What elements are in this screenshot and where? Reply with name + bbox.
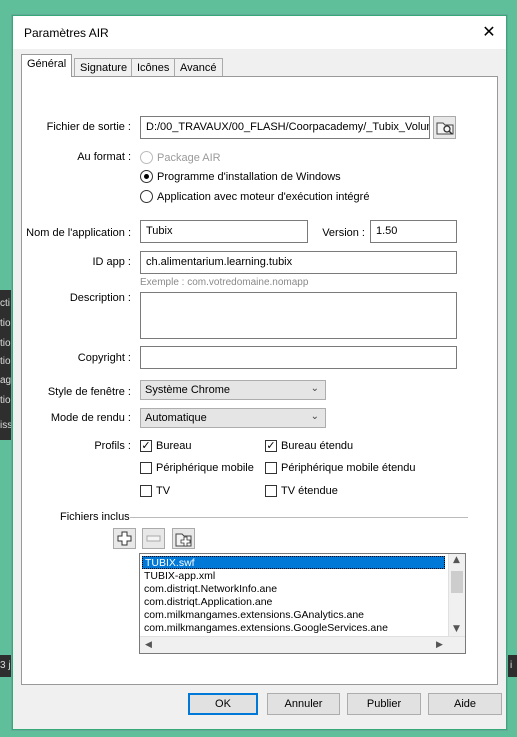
included-files-label: Fichiers inclus [60, 511, 130, 523]
included-files-list[interactable]: TUBIX.swf TUBIX-app.xml com.distriqt.Net… [139, 553, 466, 654]
chevron-left-icon[interactable]: ◀ [145, 640, 152, 650]
profile-desktop-checkbox[interactable]: ✓ Bureau [140, 440, 191, 452]
chevron-down-icon: ⌄ [310, 383, 319, 394]
tab-general[interactable]: Général [21, 54, 73, 77]
profile-tv-checkbox[interactable]: TV [140, 485, 170, 497]
tab-signature[interactable]: Signature [74, 58, 134, 78]
list-item[interactable]: com.milkmangames.extensions.GAnalytics.a… [142, 609, 364, 622]
list-item[interactable]: com.milkmangames.extensions.GoogleServic… [142, 622, 388, 635]
publish-button[interactable]: Publier [347, 693, 421, 715]
background-text: iss [0, 420, 13, 431]
title-bar: Paramètres AIR ✕ [13, 16, 506, 49]
browse-folder-button[interactable] [433, 116, 456, 139]
background-text: 3 j [0, 660, 11, 671]
background-text: tio [0, 338, 11, 349]
app-id-hint: Exemple : com.votredomaine.nomapp [140, 277, 309, 288]
window-title: Paramètres AIR [24, 26, 109, 40]
checkbox[interactable]: ✓ [140, 440, 152, 452]
help-button[interactable]: Aide [428, 693, 502, 715]
background-text: tio [0, 356, 11, 367]
folder-plus-icon [175, 533, 192, 547]
remove-file-button[interactable] [142, 528, 165, 549]
checkbox-label: TV [156, 485, 171, 497]
checkbox-label: Périphérique mobile [156, 462, 254, 474]
version-label: Version : [322, 227, 365, 239]
checkbox[interactable] [140, 485, 152, 497]
checkbox-label: TV étendue [281, 485, 338, 497]
profile-extended-tv-checkbox[interactable]: TV étendue [265, 485, 338, 497]
close-icon[interactable]: ✕ [472, 16, 506, 49]
background-text: tio [0, 318, 11, 329]
description-field[interactable] [140, 292, 457, 339]
checkbox[interactable] [140, 462, 152, 474]
cancel-button[interactable]: Annuler [267, 693, 340, 715]
background-text: cti [0, 298, 10, 309]
add-file-button[interactable] [113, 528, 136, 549]
list-item[interactable]: com.distriqt.Application.ane [142, 596, 272, 609]
radio-label: Package AIR [157, 151, 221, 164]
checkbox-label: Bureau étendu [281, 440, 354, 452]
format-option-windows-installer[interactable]: Programme d'installation de Windows [140, 170, 341, 183]
radio-label: Application avec moteur d'exécution inté… [157, 190, 370, 203]
app-id-field[interactable]: ch.alimentarium.learning.tubix [140, 251, 457, 274]
minus-icon [146, 535, 161, 542]
scrollbar-thumb[interactable] [451, 571, 463, 593]
tab-advanced[interactable]: Avancé [174, 58, 223, 78]
output-file-field[interactable]: D:/00_TRAVAUX/00_FLASH/Coorpacademy/_Tub… [140, 116, 430, 139]
description-label: Description : [69, 292, 131, 304]
format-option-air-package: Package AIR [140, 151, 221, 164]
list-item[interactable]: TUBIX-app.xml [142, 570, 215, 583]
list-item[interactable]: com.distriqt.NetworkInfo.ane [142, 583, 277, 596]
included-files-separator [130, 517, 468, 518]
horizontal-scrollbar[interactable]: ◀ ▶ [140, 636, 465, 653]
copyright-field[interactable] [140, 346, 457, 369]
copyright-label: Copyright : [77, 352, 131, 364]
profiles-label: Profils : [94, 440, 131, 452]
background-text: i [510, 660, 513, 671]
app-id-label: ID app : [92, 256, 131, 268]
radio-button [140, 151, 153, 164]
chevron-down-icon: ⌄ [310, 411, 319, 422]
folder-icon [436, 122, 453, 135]
checkbox-label: Bureau [156, 440, 192, 452]
ok-button[interactable]: OK [188, 693, 258, 715]
air-settings-dialog: Paramètres AIR ✕ Général Signature Icône… [12, 15, 507, 730]
profile-mobile-device-checkbox[interactable]: Périphérique mobile [140, 462, 254, 474]
radio-button[interactable] [140, 190, 153, 203]
window-style-label: Style de fenêtre : [47, 386, 131, 398]
list-item[interactable]: TUBIX.swf [142, 556, 445, 569]
window-style-select[interactable]: Système Chrome ⌄ [140, 380, 326, 400]
checkbox-label: Périphérique mobile étendu [281, 462, 416, 474]
render-mode-label: Mode de rendu : [50, 412, 131, 424]
vertical-scrollbar[interactable]: ▲ ▼ [448, 554, 465, 638]
render-mode-value: Automatique [145, 412, 207, 424]
chevron-down-icon[interactable]: ▼ [453, 624, 460, 634]
checkbox[interactable] [265, 462, 277, 474]
output-file-label: Fichier de sortie : [46, 121, 131, 133]
checkbox[interactable] [265, 485, 277, 497]
chevron-up-icon[interactable]: ▲ [453, 555, 460, 565]
window-style-value: Système Chrome [145, 384, 230, 396]
add-folder-button[interactable] [172, 528, 195, 549]
format-label: Au format : [77, 151, 131, 163]
radio-button[interactable] [140, 170, 153, 183]
profile-extended-desktop-checkbox[interactable]: ✓ Bureau étendu [265, 440, 353, 452]
tab-icons[interactable]: Icônes [131, 58, 176, 78]
render-mode-select[interactable]: Automatique ⌄ [140, 408, 326, 428]
background-text: ag [0, 375, 12, 386]
format-option-captive-runtime[interactable]: Application avec moteur d'exécution inté… [140, 190, 369, 203]
background-text: tio [0, 395, 11, 406]
radio-label: Programme d'installation de Windows [157, 170, 341, 183]
checkbox[interactable]: ✓ [265, 440, 277, 452]
app-name-field[interactable]: Tubix [140, 220, 308, 243]
plus-icon [117, 531, 132, 546]
app-name-label: Nom de l'application : [26, 227, 131, 239]
chevron-right-icon[interactable]: ▶ [436, 640, 443, 650]
version-field[interactable]: 1.50 [370, 220, 457, 243]
profile-extended-mobile-device-checkbox[interactable]: Périphérique mobile étendu [265, 462, 416, 474]
